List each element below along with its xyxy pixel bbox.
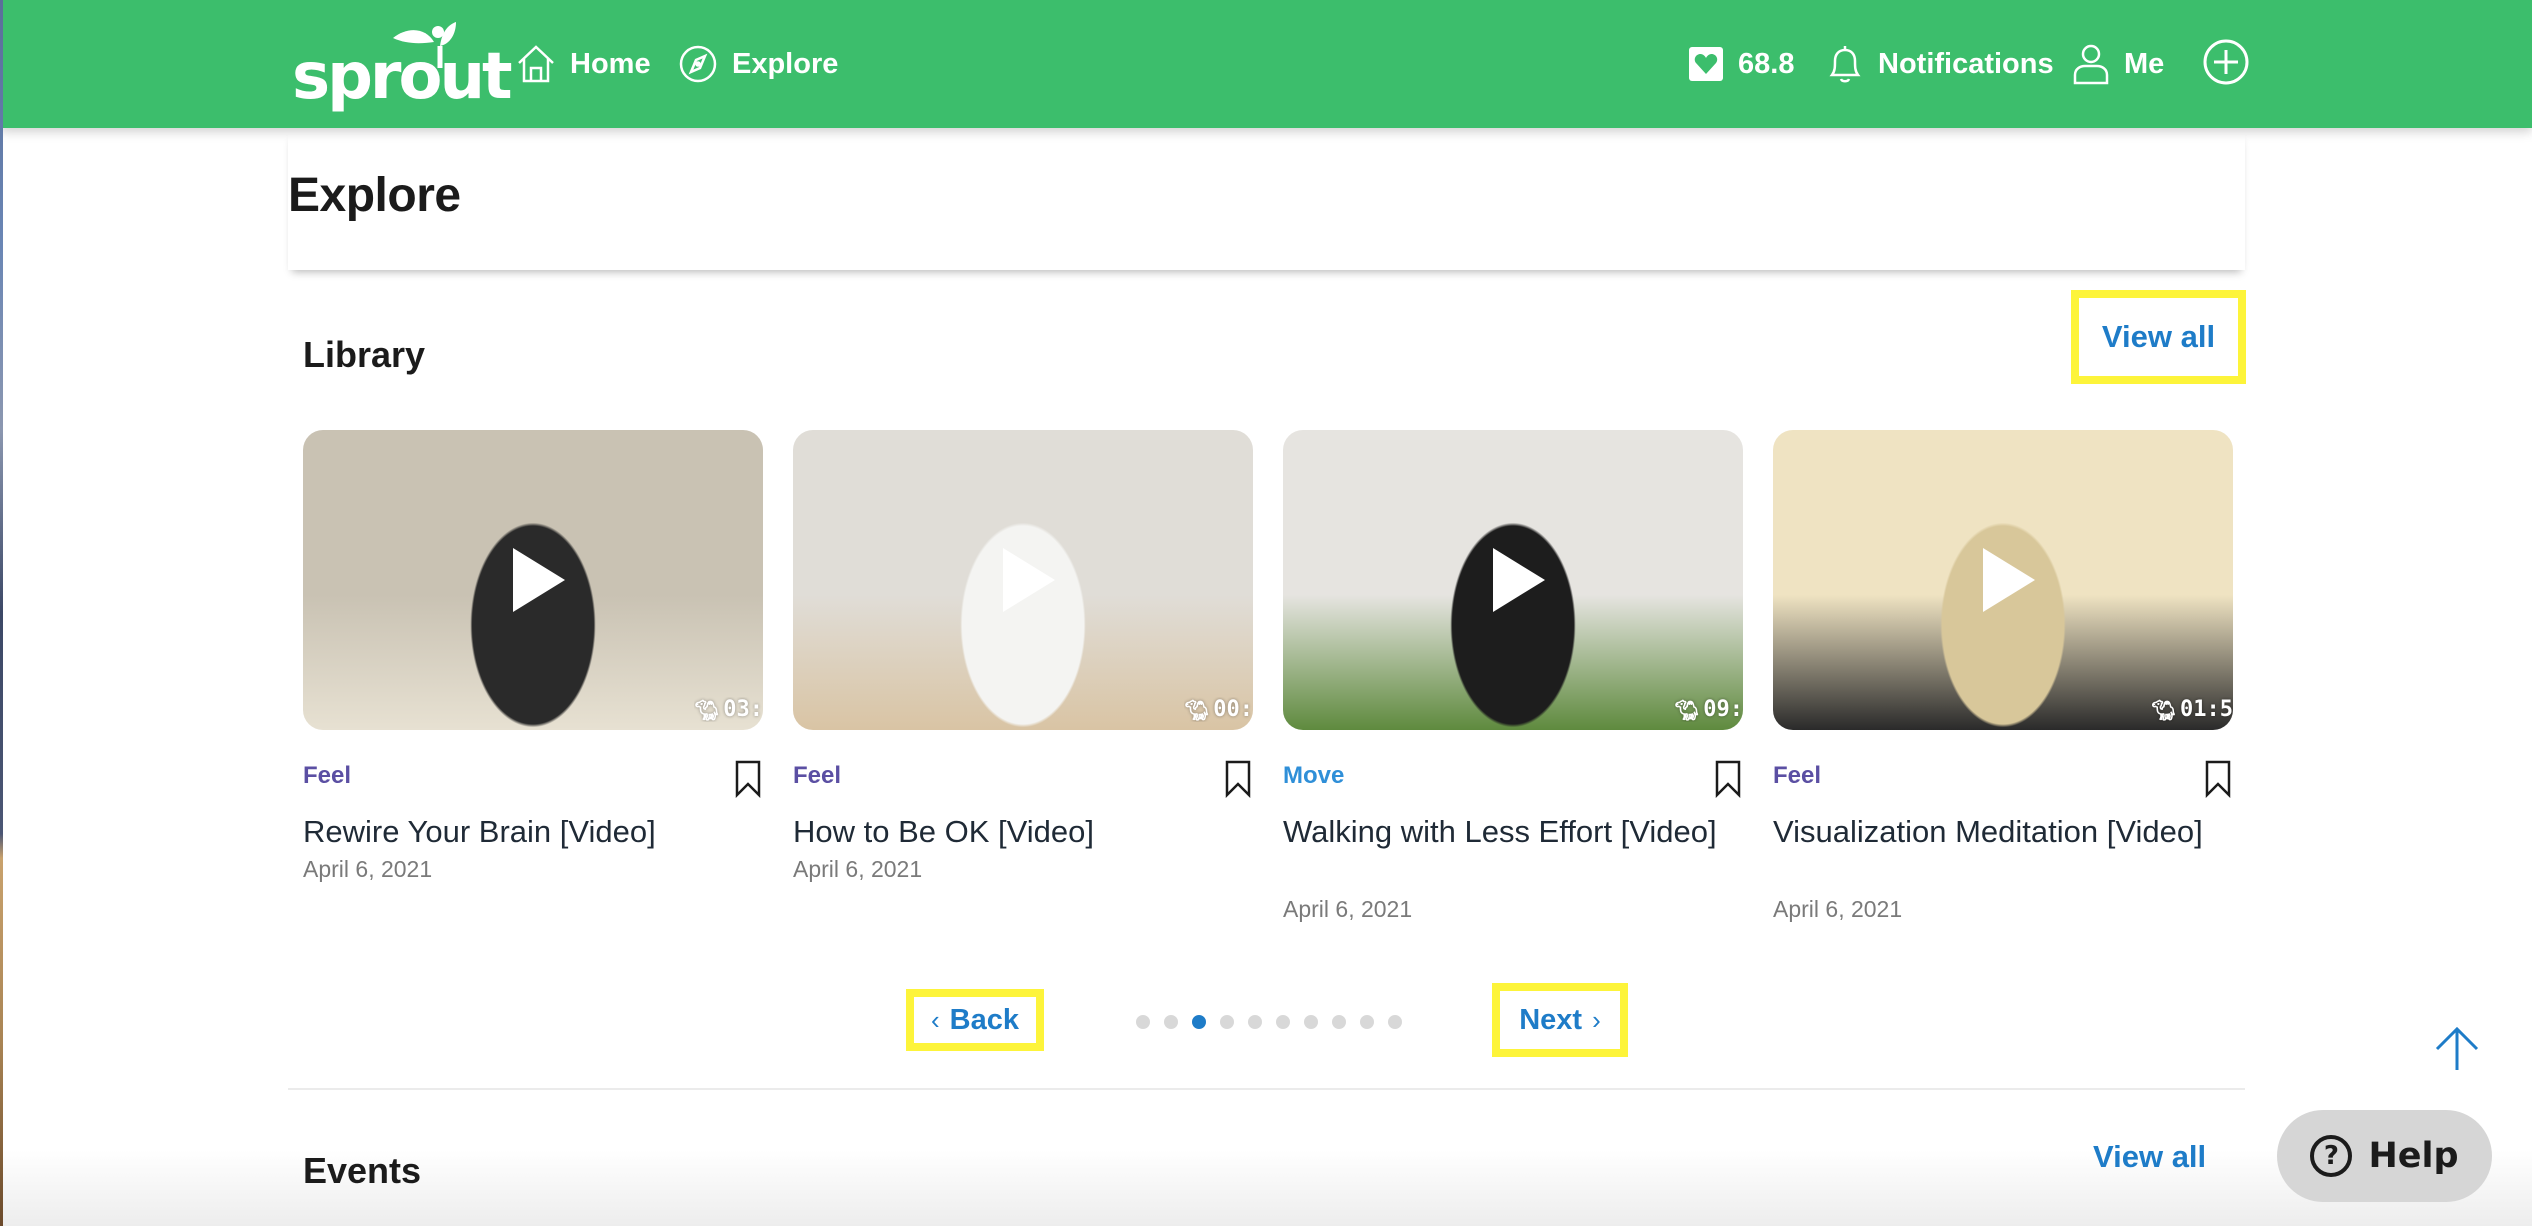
duration-text: 09: — [1703, 697, 1743, 722]
nav-me[interactable]: Me — [2072, 40, 2164, 88]
create-button[interactable] — [2202, 38, 2264, 86]
bell-icon — [1829, 46, 1861, 83]
play-icon — [513, 548, 565, 612]
carousel-dot[interactable] — [1248, 1015, 1262, 1029]
arrow-up-icon — [2435, 1026, 2479, 1070]
card-date: April 6, 2021 — [303, 856, 433, 882]
health-score-value: 68.8 — [1738, 47, 1795, 80]
card-date: April 6, 2021 — [1283, 896, 1413, 922]
nav-notifications[interactable]: Notifications — [1826, 40, 2054, 88]
carousel-dot[interactable] — [1164, 1015, 1178, 1029]
video-duration: 🐪︎ 03: — [694, 697, 763, 722]
bookmark-icon[interactable] — [1225, 760, 1251, 798]
chevron-right-icon: › — [1592, 1004, 1601, 1035]
carousel-dot[interactable] — [1192, 1015, 1206, 1029]
nav-explore[interactable]: Explore — [678, 40, 838, 88]
events-view-all-link[interactable]: View all — [2093, 1137, 2206, 1177]
library-card[interactable]: 🐪︎ 00: Feel How to Be OK [Video] April 6… — [793, 430, 1253, 882]
video-duration: 🐪︎ 00: — [1184, 697, 1253, 722]
carousel-dot[interactable] — [1388, 1015, 1402, 1029]
user-icon — [2073, 44, 2109, 85]
chevron-left-icon: ‹ — [931, 1004, 940, 1035]
video-duration: 🐪︎ 09: — [1674, 697, 1743, 722]
help-label: Help — [2368, 1136, 2459, 1176]
carousel-dot[interactable] — [1360, 1015, 1374, 1029]
camel-icon: 🐪︎ — [693, 697, 720, 722]
library-view-all-link[interactable]: View all — [2071, 290, 2246, 384]
card-category[interactable]: Feel — [303, 762, 351, 790]
camel-icon: 🐪︎ — [1183, 697, 1210, 722]
play-icon — [1493, 548, 1545, 612]
duration-text: 03: — [723, 697, 763, 722]
card-date: April 6, 2021 — [793, 856, 923, 882]
duration-text: 00: — [1213, 697, 1253, 722]
section-divider — [288, 1088, 2245, 1090]
nav-notifications-label: Notifications — [1878, 47, 2054, 80]
card-category[interactable]: Feel — [793, 762, 841, 790]
card-date: April 6, 2021 — [1773, 896, 1903, 922]
camel-icon: 🐪︎ — [2150, 697, 2177, 722]
carousel-dot[interactable] — [1304, 1015, 1318, 1029]
card-title[interactable]: Rewire Your Brain [Video] — [303, 812, 763, 852]
card-title[interactable]: Walking with Less Effort [Video] — [1283, 812, 1743, 852]
video-thumbnail[interactable]: 🐪︎ 03: — [303, 430, 763, 730]
carousel-page-indicator — [1136, 1015, 1402, 1029]
carousel-next-button[interactable]: Next › — [1492, 983, 1628, 1057]
health-score[interactable]: 68.8 — [1688, 40, 1794, 88]
play-icon — [1983, 548, 2035, 612]
carousel-dot[interactable] — [1220, 1015, 1234, 1029]
page-title: Explore — [288, 169, 461, 222]
nav-me-label: Me — [2124, 47, 2165, 80]
carousel-dot[interactable] — [1276, 1015, 1290, 1029]
scroll-to-top-button[interactable] — [2434, 1026, 2480, 1072]
next-label: Next — [1519, 1003, 1583, 1036]
library-card[interactable]: 🐪︎ 03: Feel Rewire Your Brain [Video] Ap… — [303, 430, 763, 882]
video-thumbnail[interactable]: 🐪︎ 09: — [1283, 430, 1743, 730]
card-title[interactable]: Visualization Meditation [Video] — [1773, 812, 2233, 852]
video-thumbnail[interactable]: 🐪︎ 00: — [793, 430, 1253, 730]
page-header: Explore — [288, 130, 2245, 270]
duration-text: 01:5 — [2180, 697, 2233, 722]
bookmark-icon[interactable] — [2205, 760, 2231, 798]
back-label: Back — [949, 1003, 1019, 1036]
compass-icon — [679, 45, 717, 83]
nav-home[interactable]: Home — [516, 40, 651, 88]
bookmark-icon[interactable] — [735, 760, 761, 798]
desktop-edge — [0, 0, 3, 1226]
carousel-dot[interactable] — [1136, 1015, 1150, 1029]
nav-explore-label: Explore — [732, 47, 839, 80]
nav-home-label: Home — [570, 47, 651, 80]
heart-badge-icon — [1689, 47, 1723, 81]
library-card[interactable]: 🐪︎ 01:5 Feel Visualization Meditation [V… — [1773, 430, 2233, 922]
video-duration: 🐪︎ 01:5 — [2151, 697, 2233, 722]
plus-circle-icon — [2203, 39, 2249, 85]
events-section-title: Events — [303, 1150, 422, 1191]
card-category[interactable]: Move — [1283, 762, 1344, 790]
camel-icon: 🐪︎ — [1673, 697, 1700, 722]
card-category[interactable]: Feel — [1773, 762, 1821, 790]
play-icon — [1003, 548, 1055, 612]
top-nav-bar: sprout Home Explore 68.8 Notifications M… — [0, 0, 2532, 128]
library-section-title: Library — [303, 334, 426, 375]
sprout-logo[interactable]: sprout — [292, 22, 513, 114]
help-question-icon: ? — [2310, 1135, 2353, 1177]
help-button[interactable]: ? Help — [2277, 1110, 2492, 1202]
bookmark-icon[interactable] — [1715, 760, 1741, 798]
carousel-dot[interactable] — [1332, 1015, 1346, 1029]
card-title[interactable]: How to Be OK [Video] — [793, 812, 1253, 852]
sprout-leaf-icon — [393, 22, 456, 68]
home-icon — [518, 45, 554, 83]
video-thumbnail[interactable]: 🐪︎ 01:5 — [1773, 430, 2233, 730]
carousel-back-button[interactable]: ‹ Back — [906, 989, 1044, 1051]
library-card[interactable]: 🐪︎ 09: Move Walking with Less Effort [Vi… — [1283, 430, 1743, 922]
